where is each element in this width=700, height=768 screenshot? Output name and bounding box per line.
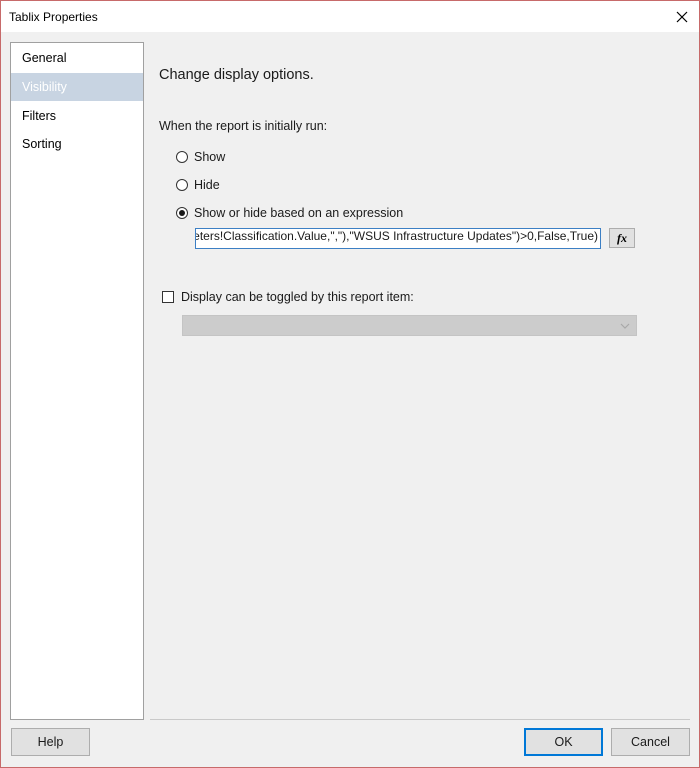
fx-icon: fx: [617, 231, 627, 245]
footer-divider: [150, 719, 690, 720]
expression-input[interactable]: ameters!Classification.Value,","),"WSUS …: [195, 228, 601, 249]
nav-item-general[interactable]: General: [11, 44, 143, 72]
radio-hide[interactable]: Hide: [176, 177, 220, 193]
radio-show-circle[interactable]: [176, 151, 188, 163]
nav-item-visibility[interactable]: Visibility: [11, 73, 143, 101]
close-icon: [676, 11, 688, 22]
toggle-checkbox-box[interactable]: [162, 291, 174, 303]
toggle-checkbox[interactable]: Display can be toggled by this report it…: [162, 289, 414, 305]
chevron-down-icon: [620, 323, 630, 329]
radio-show-label: Show: [194, 150, 226, 164]
radio-expression-circle[interactable]: [176, 207, 188, 219]
page-heading: Change display options.: [159, 67, 314, 83]
initial-run-label: When the report is initially run:: [159, 119, 328, 133]
tablix-properties-dialog: Tablix Properties General Visibility Fil…: [0, 0, 700, 768]
nav-item-sorting[interactable]: Sorting: [11, 130, 143, 158]
radio-show[interactable]: Show: [176, 149, 225, 165]
help-button[interactable]: Help: [11, 728, 90, 756]
radio-hide-label: Hide: [194, 178, 220, 192]
toggle-item-select[interactable]: [182, 315, 637, 336]
window-title: Tablix Properties: [9, 10, 98, 24]
close-button[interactable]: [665, 1, 699, 32]
toggle-checkbox-label: Display can be toggled by this report it…: [181, 290, 414, 304]
expression-text: ameters!Classification.Value,","),"WSUS …: [195, 229, 598, 243]
nav-item-filters[interactable]: Filters: [11, 102, 143, 130]
page-navigation-list: General Visibility Filters Sorting: [10, 42, 144, 720]
ok-button[interactable]: OK: [524, 728, 603, 756]
radio-hide-circle[interactable]: [176, 179, 188, 191]
title-bar: Tablix Properties: [1, 1, 699, 32]
radio-expression-label: Show or hide based on an expression: [194, 206, 404, 220]
cancel-button[interactable]: Cancel: [611, 728, 690, 756]
expression-builder-button[interactable]: fx: [609, 228, 635, 248]
radio-expression[interactable]: Show or hide based on an expression: [176, 205, 403, 221]
